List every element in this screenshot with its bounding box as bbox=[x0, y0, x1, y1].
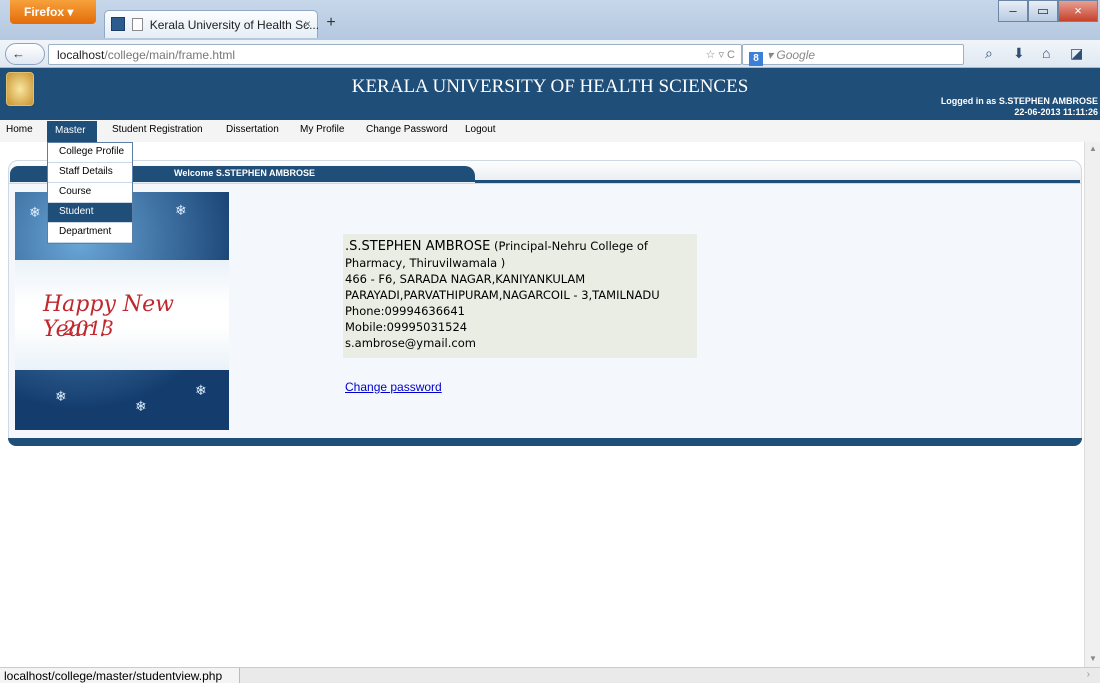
download-icon[interactable]: ⬇ bbox=[1013, 45, 1025, 62]
url-host: localhost bbox=[57, 48, 105, 62]
scroll-right-icon[interactable]: › bbox=[1087, 669, 1090, 680]
page-scrollbar[interactable]: ▲ ▼ bbox=[1084, 142, 1100, 667]
browser-navbar: ← localhost/college/main/frame.html ☆ ▿ … bbox=[0, 40, 1100, 68]
profile-email: s.ambrose@ymail.com bbox=[345, 336, 476, 350]
maximize-button[interactable]: ▭ bbox=[1028, 0, 1058, 22]
profile-info-box: .S.STEPHEN AMBROSE (Principal-Nehru Coll… bbox=[343, 234, 697, 358]
status-url: localhost/college/master/studentview.php bbox=[0, 668, 240, 683]
status-bar: localhost/college/master/studentview.php… bbox=[0, 667, 1100, 683]
datetime-text: 22-06-2013 11:11:26 bbox=[1014, 107, 1098, 117]
menu-change-password[interactable]: Change Password bbox=[366, 124, 448, 135]
back-button[interactable]: ← bbox=[5, 43, 45, 65]
menu-my-profile[interactable]: My Profile bbox=[300, 124, 344, 135]
close-window-button[interactable]: × bbox=[1058, 0, 1098, 22]
login-info: Logged in as S.STEPHEN AMBROSE 22-06-201… bbox=[941, 96, 1098, 118]
dropdown-college-profile[interactable]: College Profile bbox=[48, 143, 132, 163]
menu-student-registration[interactable]: Student Registration bbox=[112, 124, 203, 135]
dropdown-course[interactable]: Course bbox=[48, 183, 132, 203]
browser-tab[interactable]: Kerala University of Health Sc... × bbox=[104, 10, 320, 38]
snowflake-icon: ❄ bbox=[195, 382, 207, 398]
dropdown-department[interactable]: Department bbox=[48, 223, 132, 243]
panel-footer bbox=[8, 438, 1082, 446]
scroll-down-icon[interactable]: ▼ bbox=[1089, 654, 1097, 663]
profile-address-1: 466 - F6, SARADA NAGAR,KANIYANKULAM bbox=[345, 272, 586, 286]
profile-mobile: Mobile:09995031524 bbox=[345, 320, 468, 334]
app-header: KERALA UNIVERSITY OF HEALTH SCIENCES Log… bbox=[0, 68, 1100, 120]
chevron-down-icon: ▾ bbox=[67, 5, 74, 19]
snowflake-icon: ❄ bbox=[175, 202, 187, 218]
menu-home[interactable]: Home bbox=[6, 124, 33, 135]
search-caret: ▾ bbox=[767, 48, 774, 62]
minimize-button[interactable]: – bbox=[998, 0, 1028, 22]
profile-name: .S.STEPHEN AMBROSE bbox=[345, 239, 491, 254]
menu-master[interactable]: Master bbox=[47, 121, 97, 142]
snowflake-icon: ❄ bbox=[29, 204, 41, 220]
main-menu: Home Student Registration Dissertation M… bbox=[0, 120, 1100, 142]
tab-title: Kerala University of Health Sc... bbox=[149, 18, 320, 32]
back-arrow-icon: ← bbox=[12, 46, 25, 61]
logged-in-text: Logged in as S.STEPHEN AMBROSE bbox=[940, 96, 1098, 106]
card-year: 2013 bbox=[63, 316, 114, 340]
page-title: KERALA UNIVERSITY OF HEALTH SCIENCES bbox=[351, 76, 749, 97]
google-icon: 8 bbox=[749, 52, 763, 66]
profile-phone: Phone:09994636641 bbox=[345, 304, 465, 318]
dropdown-student[interactable]: Student bbox=[48, 203, 132, 223]
url-path: /college/main/frame.html bbox=[104, 48, 236, 62]
change-password-link[interactable]: Change password bbox=[345, 380, 442, 394]
dropdown-staff-details[interactable]: Staff Details bbox=[48, 163, 132, 183]
search-input[interactable]: 8 ▾ Google bbox=[742, 44, 964, 66]
favicon-icon bbox=[111, 17, 125, 31]
menu-dissertation[interactable]: Dissertation bbox=[226, 124, 279, 135]
url-bar[interactable]: localhost/college/main/frame.html ☆ ▿ C bbox=[48, 44, 742, 65]
welcome-panel: Welcome S.STEPHEN AMBROSE ❄ ❄ ❄ ❄ ❄ ❄ Ha… bbox=[8, 160, 1082, 450]
bookmark-reload-icons[interactable]: ☆ ▿ C bbox=[706, 48, 735, 61]
firefox-menu-button[interactable]: Firefox ▾ bbox=[10, 0, 96, 24]
home-icon[interactable]: ⌂ bbox=[1042, 45, 1050, 61]
new-tab-button[interactable]: + bbox=[320, 14, 342, 36]
panel-divider bbox=[475, 180, 1080, 183]
master-dropdown: College Profile Staff Details Course Stu… bbox=[47, 142, 133, 244]
menu-logout[interactable]: Logout bbox=[465, 124, 496, 135]
scroll-up-icon[interactable]: ▲ bbox=[1089, 144, 1097, 153]
snowflake-icon: ❄ bbox=[135, 398, 147, 414]
search-placeholder: Google bbox=[776, 48, 816, 62]
close-tab-icon[interactable]: × bbox=[304, 17, 311, 31]
profile-address-2: PARAYADI,PARVATHIPURAM,NAGARCOIL - 3,TAM… bbox=[345, 288, 660, 302]
menu-icon[interactable]: ◪ bbox=[1070, 45, 1083, 62]
snowflake-icon: ❄ bbox=[55, 388, 67, 404]
browser-titlebar: Firefox ▾ Kerala University of Health Sc… bbox=[0, 0, 1100, 40]
search-icon[interactable]: ⌕ bbox=[985, 45, 993, 62]
page-icon bbox=[132, 18, 144, 31]
